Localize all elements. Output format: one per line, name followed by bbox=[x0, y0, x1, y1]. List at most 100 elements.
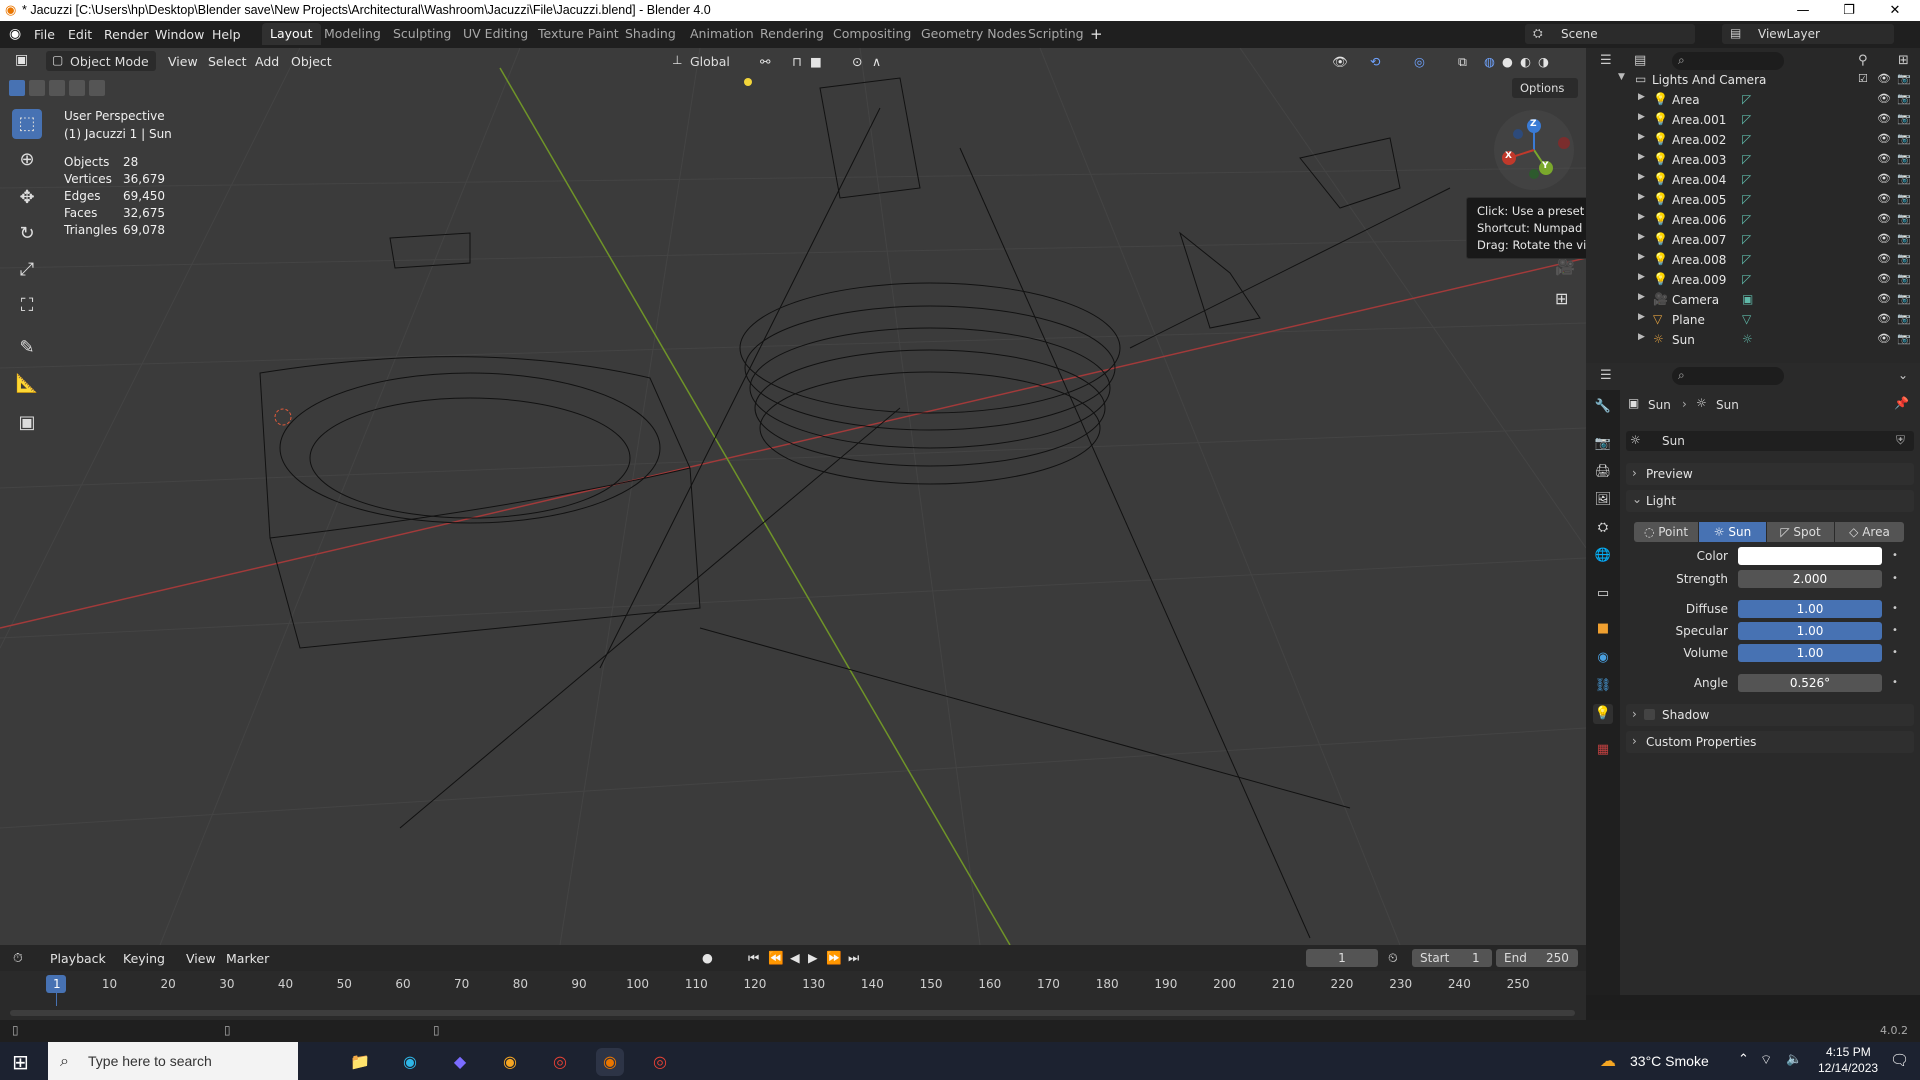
jump-keyframe-back-icon[interactable]: ⏪ bbox=[768, 950, 784, 966]
render-camera-icon[interactable]: 📷 bbox=[1897, 232, 1911, 245]
view-layer-tab-icon[interactable]: 🖼 bbox=[1593, 490, 1613, 510]
gizmo-z-label[interactable]: Z bbox=[1530, 119, 1537, 129]
light-type-point[interactable]: ◌ Point bbox=[1634, 522, 1698, 542]
snap-target-icon[interactable]: ■ bbox=[810, 54, 822, 69]
light-type-area[interactable]: ◇ Area bbox=[1835, 522, 1904, 542]
strength-field[interactable]: 2.000 bbox=[1738, 570, 1882, 588]
outliner-item-area-009[interactable]: ▶ 💡 Area.009 ◸ 👁 📷 bbox=[1586, 270, 1920, 290]
select-invert-button[interactable] bbox=[69, 80, 85, 96]
specular-slider[interactable]: 1.00 bbox=[1738, 622, 1882, 640]
visibility-eye-icon[interactable]: 👁 bbox=[1877, 112, 1891, 125]
weather-text[interactable]: 33°C Smoke bbox=[1630, 1053, 1709, 1069]
expand-arrow-icon[interactable]: ▶ bbox=[1638, 252, 1645, 262]
viewport-canvas[interactable] bbox=[0, 48, 1586, 945]
rendered-shading-icon[interactable]: ◑ bbox=[1538, 54, 1549, 69]
viewport-menu-select[interactable]: Select bbox=[208, 54, 247, 69]
viewport-menu-object[interactable]: Object bbox=[291, 54, 332, 69]
render-camera-icon[interactable]: 📷 bbox=[1897, 132, 1911, 145]
overlay-toggle-icon[interactable]: ◎ bbox=[1414, 54, 1425, 69]
outliner-item-area-004[interactable]: ▶ 💡 Area.004 ◸ 👁 📷 bbox=[1586, 170, 1920, 190]
light-type-spot[interactable]: ◸ Spot bbox=[1767, 522, 1834, 542]
camera-view-icon[interactable]: 🎥 bbox=[1555, 257, 1575, 276]
gizmo-x-label[interactable]: X bbox=[1505, 151, 1512, 161]
select-subtract-button[interactable] bbox=[49, 80, 65, 96]
outliner-editor-icon[interactable]: ☰ bbox=[1600, 53, 1612, 68]
shadow-panel-header[interactable]: › Shadow bbox=[1626, 704, 1914, 726]
chrome-icon[interactable]: ◎ bbox=[546, 1048, 574, 1076]
light-data-icon[interactable]: ◸ bbox=[1742, 272, 1751, 286]
render-camera-icon[interactable]: 📷 bbox=[1897, 212, 1911, 225]
light-data-icon[interactable]: ◸ bbox=[1742, 112, 1751, 126]
light-data-tab-icon[interactable]: 💡 bbox=[1593, 704, 1613, 724]
expand-arrow-icon[interactable]: ▶ bbox=[1638, 112, 1645, 122]
light-data-icon[interactable]: ◸ bbox=[1742, 232, 1751, 246]
outliner-item-area-008[interactable]: ▶ 💡 Area.008 ◸ 👁 📷 bbox=[1586, 250, 1920, 270]
render-camera-icon[interactable]: 📷 bbox=[1897, 112, 1911, 125]
viewport-menu-add[interactable]: Add bbox=[255, 54, 279, 69]
timeline-editor-icon[interactable]: ⏱ bbox=[13, 950, 23, 966]
outliner-item-area[interactable]: ▶ 💡 Area ◸ 👁 📷 bbox=[1586, 90, 1920, 110]
filter-icon[interactable]: ⚲ bbox=[1858, 53, 1868, 68]
specular-keyframe-dot[interactable]: • bbox=[1892, 625, 1898, 636]
select-box-tool-icon[interactable]: ⬚ bbox=[12, 109, 42, 139]
light-data-icon[interactable]: ◸ bbox=[1742, 252, 1751, 266]
minimize-button[interactable]: — bbox=[1780, 0, 1826, 21]
render-tab-icon[interactable]: 📷 bbox=[1593, 434, 1613, 454]
taskbar-search-box[interactable]: ⌕ Type here to search bbox=[48, 1042, 298, 1080]
file-explorer-icon[interactable]: 📁 bbox=[346, 1048, 374, 1076]
angle-field[interactable]: 0.526° bbox=[1738, 674, 1882, 692]
edge-browser-icon[interactable]: ◉ bbox=[396, 1048, 424, 1076]
render-camera-icon[interactable]: 📷 bbox=[1897, 252, 1911, 265]
visibility-eye-icon[interactable]: 👁 bbox=[1877, 132, 1891, 145]
expand-arrow-icon[interactable]: ▶ bbox=[1638, 92, 1645, 102]
visibility-eye-icon[interactable]: 👁 bbox=[1877, 332, 1891, 345]
scene-tab-icon[interactable]: ⛭ bbox=[1593, 518, 1613, 538]
menu-help[interactable]: Help bbox=[212, 27, 241, 42]
new-collection-icon[interactable]: ⊞ bbox=[1898, 53, 1909, 68]
wireframe-shading-icon[interactable]: ◍ bbox=[1484, 54, 1495, 69]
auto-keying-icon[interactable]: ● bbox=[702, 950, 713, 965]
tab-texture-paint[interactable]: Texture Paint bbox=[530, 23, 627, 45]
outliner-item-area-003[interactable]: ▶ 💡 Area.003 ◸ 👁 📷 bbox=[1586, 150, 1920, 170]
visibility-eye-icon[interactable]: 👁 bbox=[1877, 212, 1891, 225]
texture-tab-icon[interactable]: ▦ bbox=[1593, 740, 1613, 760]
render-camera-icon[interactable]: 📷 bbox=[1897, 332, 1911, 345]
visibility-eye-icon[interactable]: 👁 bbox=[1877, 172, 1891, 185]
show-hidden-icons[interactable]: ⌃ bbox=[1738, 1052, 1749, 1067]
add-cube-tool-icon[interactable]: ▣ bbox=[12, 408, 42, 438]
blender-taskbar-icon[interactable]: ◉ bbox=[596, 1048, 624, 1076]
render-camera-icon[interactable]: 📷 bbox=[1897, 292, 1911, 305]
cursor-tool-icon[interactable]: ⊕ bbox=[12, 145, 42, 175]
tab-layout[interactable]: Layout bbox=[262, 23, 321, 45]
light-type-sun[interactable]: ☼ Sun bbox=[1699, 522, 1766, 542]
light-panel-header[interactable]: ⌄ Light bbox=[1626, 490, 1914, 512]
exclude-checkbox[interactable]: ☑ bbox=[1858, 72, 1868, 85]
transform-tool-icon[interactable]: ⛶ bbox=[12, 291, 42, 321]
transform-orientation-dropdown[interactable]: ⊥ Global bbox=[668, 51, 748, 71]
jump-end-icon[interactable]: ⏭ bbox=[848, 950, 859, 966]
tab-compositing[interactable]: Compositing bbox=[825, 23, 919, 45]
preview-range-icon[interactable]: ⏲ bbox=[1388, 950, 1398, 966]
select-new-button[interactable] bbox=[9, 80, 25, 96]
visibility-eye-icon[interactable]: 👁 bbox=[1877, 232, 1891, 245]
outliner-item-area-002[interactable]: ▶ 💡 Area.002 ◸ 👁 📷 bbox=[1586, 130, 1920, 150]
dropdown-arrow-icon[interactable]: ⌄ bbox=[1898, 368, 1908, 382]
tab-scripting[interactable]: Scripting bbox=[1020, 23, 1092, 45]
tab-shading[interactable]: Shading bbox=[617, 23, 684, 45]
volume-keyframe-dot[interactable]: • bbox=[1892, 647, 1898, 658]
shadow-checkbox[interactable] bbox=[1644, 709, 1655, 720]
preview-panel-header[interactable]: › Preview bbox=[1626, 463, 1914, 485]
expand-arrow-icon[interactable]: ▶ bbox=[1638, 332, 1645, 342]
camera-data-icon[interactable]: ▣ bbox=[1742, 292, 1753, 306]
render-camera-icon[interactable]: 📷 bbox=[1897, 172, 1911, 185]
clock-date[interactable]: 12/14/2023 bbox=[1818, 1061, 1878, 1075]
timeline-scrollbar[interactable] bbox=[10, 1010, 1575, 1016]
timeline-menu-playback[interactable]: Playback bbox=[50, 951, 106, 966]
jump-keyframe-forward-icon[interactable]: ⏩ bbox=[826, 950, 842, 966]
expand-arrow-icon[interactable]: ▶ bbox=[1638, 132, 1645, 142]
perspective-toggle-icon[interactable]: ⊞ bbox=[1555, 289, 1568, 308]
scene-selector[interactable]: ⛭ Scene bbox=[1525, 24, 1695, 44]
light-data-icon[interactable]: ◸ bbox=[1742, 212, 1751, 226]
collection-tab-icon[interactable]: ▭ bbox=[1593, 584, 1613, 604]
rotate-tool-icon[interactable]: ↻ bbox=[12, 219, 42, 249]
